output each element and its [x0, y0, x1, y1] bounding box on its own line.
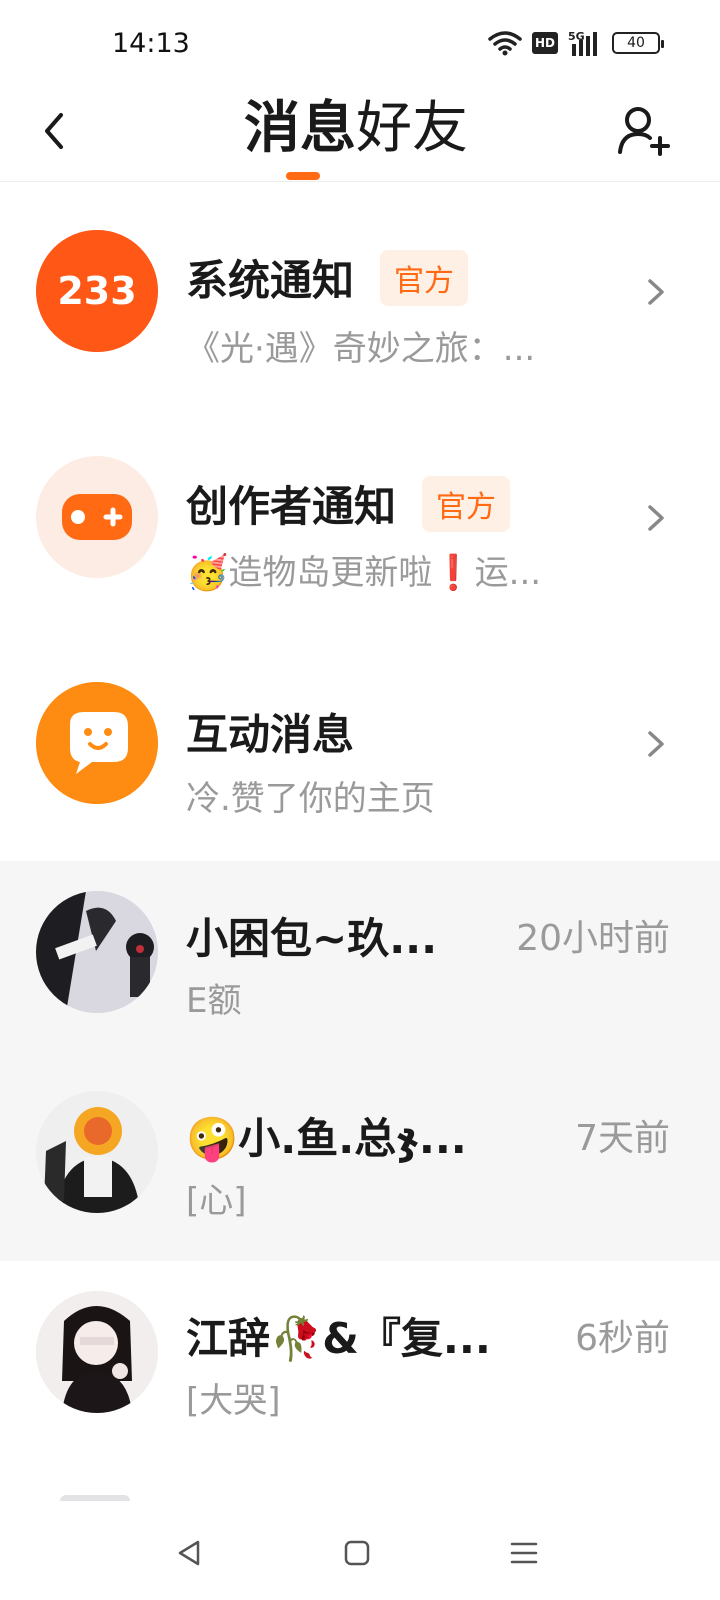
user-avatar-image: [36, 1091, 158, 1213]
title-line: 系统通知 官方: [186, 247, 469, 308]
chat-preview: [大哭]: [186, 1381, 281, 1421]
tab-active-indicator: [286, 172, 320, 180]
tab-messages-label: 消息: [244, 96, 356, 161]
wifi-icon: [488, 31, 522, 56]
logo-233-text: 233: [57, 269, 136, 313]
signal-icon: 5G: [568, 30, 597, 56]
chat-name: 小困包~玖...: [186, 914, 438, 963]
status-bar: 14:13 HD 5G 40: [0, 0, 720, 88]
user-avatar-image: [36, 891, 158, 1013]
chat-time: 20小时前: [516, 918, 670, 959]
chat-name: 🤪小.鱼.总ჯ...: [186, 1114, 467, 1163]
add-friend-button[interactable]: [616, 102, 672, 158]
logo-233-icon: 233: [36, 230, 158, 352]
nav-home-icon[interactable]: [342, 1538, 372, 1568]
title-line: 江辞🥀&『复...: [186, 1305, 536, 1366]
avatar: [36, 1091, 158, 1213]
battery-icon: 40: [612, 32, 664, 54]
battery-level: 40: [627, 35, 645, 51]
avatar-interactions: [36, 682, 158, 804]
tab-friends-label: 好友: [356, 96, 468, 161]
tab-friends[interactable]: 好友: [356, 94, 468, 164]
chat-bubble-icon: [36, 682, 158, 804]
title-line: 🤪小.鱼.总ჯ...: [186, 1105, 536, 1166]
chat-row[interactable]: 小困包~玖... 20小时前 E额: [0, 861, 720, 1061]
item-title: 系统通知: [186, 256, 355, 305]
item-subtitle: 冷.赞了你的主页: [186, 779, 435, 819]
list-item-system-notice[interactable]: 233 系统通知 官方 《光·遇》奇妙之旅：...: [0, 183, 720, 409]
chevron-left-icon: [45, 113, 63, 149]
chevron-right-icon: [648, 279, 664, 305]
chat-preview: E额: [186, 981, 242, 1021]
item-subtitle: 《光·遇》奇妙之旅：...: [186, 329, 536, 369]
official-badge: 官方: [380, 249, 469, 306]
list-item-creator-notice[interactable]: 创作者通知 官方 🥳造物岛更新啦❗运...: [0, 409, 720, 635]
list-item-interactions[interactable]: 互动消息 冷.赞了你的主页: [0, 635, 720, 845]
avatar: [36, 891, 158, 1013]
chat-row[interactable]: 🤪小.鱼.总ჯ... 7天前 [心]: [0, 1061, 720, 1261]
avatar-233-logo: 233: [36, 230, 158, 352]
status-time: 14:13: [112, 28, 190, 59]
official-badge: 官方: [422, 475, 511, 532]
title-line: 互动消息: [186, 701, 354, 762]
status-icons: HD 5G 40: [488, 30, 664, 56]
avatar-creator: [36, 456, 158, 578]
chat-row[interactable]: 江辞🥀&『复... 6秒前 [大哭]: [0, 1261, 720, 1461]
chat-preview: [心]: [186, 1181, 247, 1221]
user-avatar-image: [36, 1291, 158, 1413]
tab-messages[interactable]: 消息: [244, 94, 356, 180]
chat-time: 6秒前: [575, 1318, 670, 1359]
avatar: [36, 1291, 158, 1413]
title-line: 小困包~玖...: [186, 905, 476, 966]
nav-bar: 消息 好友: [0, 88, 720, 182]
title-line: 创作者通知 官方: [186, 473, 511, 534]
chat-time: 7天前: [575, 1118, 670, 1159]
system-nav-bar: [0, 1500, 720, 1600]
hd-icon: HD: [532, 32, 558, 54]
nav-back-icon[interactable]: [174, 1538, 204, 1568]
nav-menu-icon[interactable]: [508, 1538, 540, 1568]
tab-bar: 消息 好友: [244, 94, 468, 180]
item-title: 创作者通知: [186, 482, 397, 531]
gamepad-icon: [62, 494, 132, 552]
chevron-right-icon: [648, 505, 664, 531]
chat-name: 江辞🥀&『复...: [186, 1314, 491, 1363]
back-button[interactable]: [34, 106, 74, 156]
chevron-right-icon: [648, 731, 664, 757]
item-subtitle: 🥳造物岛更新啦❗运...: [186, 553, 542, 593]
item-title: 互动消息: [186, 710, 355, 759]
add-user-icon: [618, 107, 670, 156]
